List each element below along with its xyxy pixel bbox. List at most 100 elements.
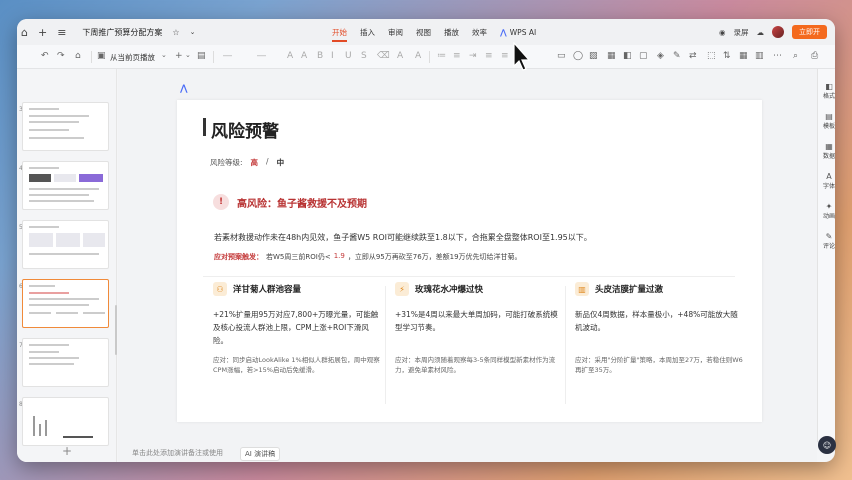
tab-efficiency[interactable]: 效率 bbox=[472, 27, 487, 38]
style-icon[interactable]: ✎ bbox=[673, 51, 681, 61]
italic-icon[interactable]: I bbox=[331, 51, 334, 61]
rp-animation[interactable]: ✦ 动画 bbox=[822, 202, 836, 220]
risk-card-chamomile[interactable]: ⚇ 洋甘菊人群池容量 +21%扩量用95万对应7,800+万曝光量，可能触及核心… bbox=[213, 282, 381, 392]
clear-format-icon[interactable]: ⌫ bbox=[377, 51, 390, 61]
record-label[interactable]: 录屏 bbox=[734, 27, 749, 38]
align-left-icon[interactable]: ≡ bbox=[485, 51, 493, 61]
textbox-icon[interactable]: ▭ bbox=[557, 51, 566, 61]
format-painter-icon[interactable]: ⌂ bbox=[75, 51, 81, 61]
chevron-down-icon[interactable]: ⌄ bbox=[190, 28, 196, 36]
risk-card-rose-water[interactable]: ⚡ 玫瑰花水冲爆过快 +31%是4周以来最大单周加码，可能打破系统模型学习节奏。… bbox=[395, 282, 563, 392]
tab-play[interactable]: 播放 bbox=[444, 27, 459, 38]
title-bar-left: ⌂ + ≡ 下周推广预算分配方案 ☆ ⌄ bbox=[21, 19, 195, 45]
print-icon[interactable]: ⎙ bbox=[811, 51, 818, 61]
fill-icon[interactable]: ◧ bbox=[623, 51, 632, 61]
font-icon[interactable]: ― bbox=[223, 51, 232, 61]
title-bar: ⌂ + ≡ 下周推广预算分配方案 ☆ ⌄ 开始 插入 审阅 视图 播放 效率 ⋀… bbox=[17, 19, 835, 45]
avatar[interactable] bbox=[772, 26, 784, 38]
help-assistant-icon[interactable]: ☺ bbox=[818, 436, 836, 454]
format-icon: ◧ bbox=[825, 82, 833, 91]
slide-thumbnail-8[interactable] bbox=[22, 397, 109, 446]
ai-speech-button[interactable]: AI 演讲稿 bbox=[240, 447, 281, 461]
risk-level-label: 风险等级: bbox=[210, 158, 243, 167]
document-title[interactable]: 下周推广预算分配方案 bbox=[82, 27, 162, 38]
section-divider bbox=[203, 276, 735, 277]
rp-template[interactable]: ▤ 模板 bbox=[822, 112, 836, 130]
bullets-icon[interactable]: ≔ bbox=[437, 51, 446, 61]
record-icon[interactable]: ◉ bbox=[719, 28, 726, 37]
card-divider bbox=[385, 286, 386, 404]
card-note: 应对：同步启动LookAlike 1%相似人群拓展包，周中观察CPM涨幅，若>1… bbox=[213, 356, 380, 374]
underline-icon[interactable]: U bbox=[345, 51, 352, 61]
ai-assist-icon[interactable]: ⋀ bbox=[180, 84, 188, 94]
highlight-icon[interactable]: A bbox=[397, 51, 403, 61]
indent-icon[interactable]: ⇥ bbox=[469, 51, 477, 61]
select-icon[interactable]: ⬚ bbox=[707, 51, 716, 61]
chevron-down-icon[interactable]: ⌄ bbox=[161, 51, 167, 59]
replace-icon[interactable]: ⇄ bbox=[689, 51, 697, 61]
title-bar-right: ◉ 录屏 ☁ 立即开 bbox=[719, 19, 827, 45]
trigger-plan[interactable]: 应对预案触发： 若W5周三前ROI仍< 1.9 ，立即从95万再砍至76万，差额… bbox=[214, 252, 522, 262]
redo-icon[interactable]: ↷ bbox=[57, 51, 65, 61]
shrink-font-icon[interactable]: A bbox=[301, 51, 307, 61]
arrange-icon[interactable]: ▦ bbox=[607, 51, 616, 61]
shape-icon[interactable]: ◯ bbox=[573, 51, 583, 61]
bold-icon[interactable]: B bbox=[317, 51, 323, 61]
slide-title[interactable]: 风险预警 bbox=[211, 117, 279, 142]
add-tab-icon[interactable]: + bbox=[38, 26, 47, 39]
font-size-icon[interactable]: ― bbox=[257, 51, 266, 61]
add-slide-icon[interactable]: + bbox=[62, 444, 72, 458]
wps-ai-label: WPS AI bbox=[509, 27, 537, 37]
card-note: 应对：采用"分阶扩量"策略，本周加至27万，若稳住则W6再扩至35万。 bbox=[575, 356, 743, 374]
menu-icon[interactable]: ≡ bbox=[57, 26, 66, 39]
strikethrough-icon[interactable]: S bbox=[361, 51, 367, 61]
risk-card-scalp-cleanser[interactable]: ▥ 头皮洁膜扩量过激 新品仅4周数据，样本量极小，+48%可能放大随机波动。 应… bbox=[575, 282, 743, 392]
tab-review[interactable]: 审阅 bbox=[388, 27, 403, 38]
rp-font[interactable]: A 字体 bbox=[822, 172, 836, 190]
tab-wps-ai[interactable]: ⋀ WPS AI bbox=[500, 28, 536, 37]
effects-icon[interactable]: ◈ bbox=[657, 51, 664, 61]
grow-font-icon[interactable]: A bbox=[287, 51, 293, 61]
font-color-icon[interactable]: A bbox=[415, 51, 421, 61]
notes-hint[interactable]: 单击此处添加演讲备注或使用 bbox=[132, 448, 223, 458]
play-from-current-button[interactable]: 从当前页播放 bbox=[110, 52, 155, 63]
slide-thumbnail-4[interactable] bbox=[22, 161, 109, 210]
slide-thumbnail-3[interactable] bbox=[22, 102, 109, 151]
comment-icon: ✎ bbox=[825, 232, 833, 241]
tab-view[interactable]: 视图 bbox=[416, 27, 431, 38]
rp-format[interactable]: ◧ 格式 bbox=[822, 82, 836, 100]
trigger-label: 应对预案触发： bbox=[214, 253, 263, 261]
rp-data[interactable]: ▦ 数据 bbox=[822, 142, 836, 160]
trigger-text-1: 若W5周三前ROI仍< bbox=[266, 253, 331, 261]
search-icon[interactable]: ⌕ bbox=[793, 51, 798, 61]
chevron-down-icon[interactable]: ⌄ bbox=[185, 51, 191, 59]
outline-icon[interactable]: ▢ bbox=[639, 51, 648, 61]
play-icon[interactable]: ▣ bbox=[97, 51, 106, 61]
star-icon[interactable]: ☆ bbox=[172, 28, 179, 37]
home-icon[interactable]: ⌂ bbox=[21, 26, 28, 39]
chart-icon[interactable]: ▥ bbox=[755, 51, 764, 61]
card-divider bbox=[565, 286, 566, 404]
undo-icon[interactable]: ↶ bbox=[41, 51, 49, 61]
high-risk-title[interactable]: 高风险：鱼子酱救援不及预期 bbox=[237, 195, 367, 210]
picture-icon[interactable]: ▨ bbox=[589, 51, 598, 61]
tab-insert[interactable]: 插入 bbox=[360, 27, 375, 38]
numbering-icon[interactable]: ≡ bbox=[453, 51, 461, 61]
card-body: +21%扩量用95万对应7,800+万曝光量，可能触及核心投流人群池上限，CPM… bbox=[213, 310, 379, 345]
slide-thumbnail-5[interactable] bbox=[22, 220, 109, 269]
current-slide[interactable]: 风险预警 风险等级: 高 / 中 ! 高风险：鱼子酱救援不及预期 若素材救援动作… bbox=[177, 100, 762, 422]
vip-button[interactable]: 立即开 bbox=[792, 25, 827, 39]
new-slide-icon[interactable]: + bbox=[175, 51, 183, 61]
sort-icon[interactable]: ⇅ bbox=[723, 51, 731, 61]
more-icon[interactable]: ⋯ bbox=[773, 51, 782, 61]
high-risk-description[interactable]: 若素材救援动作未在48h内见效，鱼子酱W5 ROI可能继续跌至1.8以下，合拖累… bbox=[214, 232, 592, 243]
slide-thumbnail-7[interactable] bbox=[22, 338, 109, 387]
thumbnail-scrollbar[interactable] bbox=[115, 305, 117, 355]
align-center-icon[interactable]: ≡ bbox=[501, 51, 509, 61]
table-icon[interactable]: ▦ bbox=[739, 51, 748, 61]
layout-icon[interactable]: ▤ bbox=[197, 51, 206, 61]
cloud-icon[interactable]: ☁ bbox=[757, 28, 765, 37]
rp-comment[interactable]: ✎ 评论 bbox=[822, 232, 836, 250]
tab-home[interactable]: 开始 bbox=[332, 27, 347, 42]
slide-thumbnail-6[interactable] bbox=[22, 279, 109, 328]
